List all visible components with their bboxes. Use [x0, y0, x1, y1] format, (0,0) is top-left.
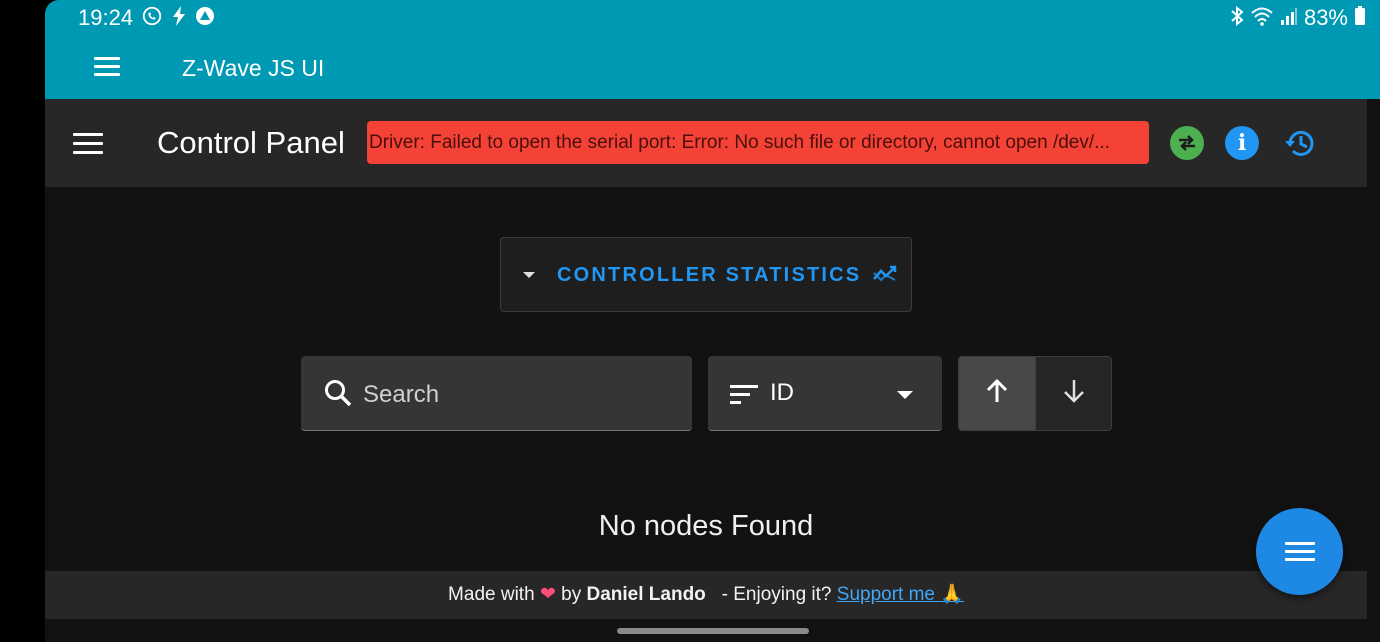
fab-menu-button[interactable]	[1256, 508, 1343, 595]
arc-icon	[195, 6, 215, 30]
battery-percent: 83%	[1303, 5, 1348, 30]
footer-made-with: Made with	[448, 584, 535, 605]
footer-enjoying: - Enjoying it?	[721, 584, 832, 605]
wifi-icon	[1250, 6, 1274, 30]
support-link[interactable]: Support me 🙏	[837, 584, 964, 605]
menu-icon	[1284, 542, 1315, 561]
status-time: 19:24	[78, 5, 134, 30]
driver-error-chip[interactable]: Driver: Failed to open the serial port: …	[367, 121, 1149, 164]
footer-author: Daniel Lando	[586, 584, 706, 605]
app-header: 19:24 83% Z-Wave JS UI	[45, 0, 1380, 99]
status-bar-right: 83%	[1230, 4, 1366, 32]
support-link-label: Support me	[836, 584, 935, 605]
sort-value: ID	[770, 379, 794, 406]
footer: Made with ❤ by Daniel Lando - Enjoying i…	[45, 571, 1367, 619]
app-title: Z-Wave JS UI	[182, 55, 325, 81]
arrow-down-icon	[1060, 377, 1088, 410]
app-menu-button[interactable]	[94, 57, 120, 79]
empty-state-message: No nodes Found	[598, 510, 814, 542]
chart-trend-icon	[873, 263, 899, 288]
info-icon[interactable]: i	[1225, 126, 1259, 160]
nav-menu-button[interactable]	[73, 133, 103, 155]
sort-ascending-button[interactable]	[959, 357, 1035, 430]
status-bar-left: 19:24	[78, 4, 215, 32]
history-icon[interactable]	[1283, 126, 1317, 160]
signal-icon	[1280, 6, 1298, 30]
heart-icon: ❤	[539, 584, 556, 605]
search-icon	[323, 378, 353, 413]
sort-select[interactable]: ID	[708, 356, 942, 431]
controller-statistics-label: CONTROLLER STATISTICS	[557, 264, 862, 286]
gesture-handle[interactable]	[617, 628, 809, 634]
expand-caret-icon	[523, 272, 535, 278]
page-title: Control Panel	[157, 125, 345, 160]
controller-statistics-button[interactable]: CONTROLLER STATISTICS	[500, 237, 912, 312]
search-field[interactable]: Search	[301, 356, 692, 431]
sort-descending-button[interactable]	[1035, 357, 1111, 430]
bolt-icon	[171, 6, 187, 30]
toolbar: Control Panel Driver: Failed to open the…	[45, 99, 1367, 187]
footer-by: by	[561, 584, 582, 605]
arrow-up-icon	[983, 377, 1011, 410]
search-placeholder: Search	[363, 381, 440, 408]
swap-icon[interactable]	[1170, 126, 1204, 160]
device-screen: 19:24 83% Z-Wave JS UI Control Panel Dri…	[45, 0, 1380, 642]
sort-icon	[730, 384, 760, 411]
pray-icon: 🙏	[940, 584, 964, 605]
sort-direction-toggle	[958, 356, 1112, 431]
bluetooth-icon	[1230, 5, 1244, 30]
battery-icon	[1354, 6, 1366, 30]
dropdown-caret-icon	[897, 391, 913, 399]
whatsapp-icon	[141, 5, 163, 31]
